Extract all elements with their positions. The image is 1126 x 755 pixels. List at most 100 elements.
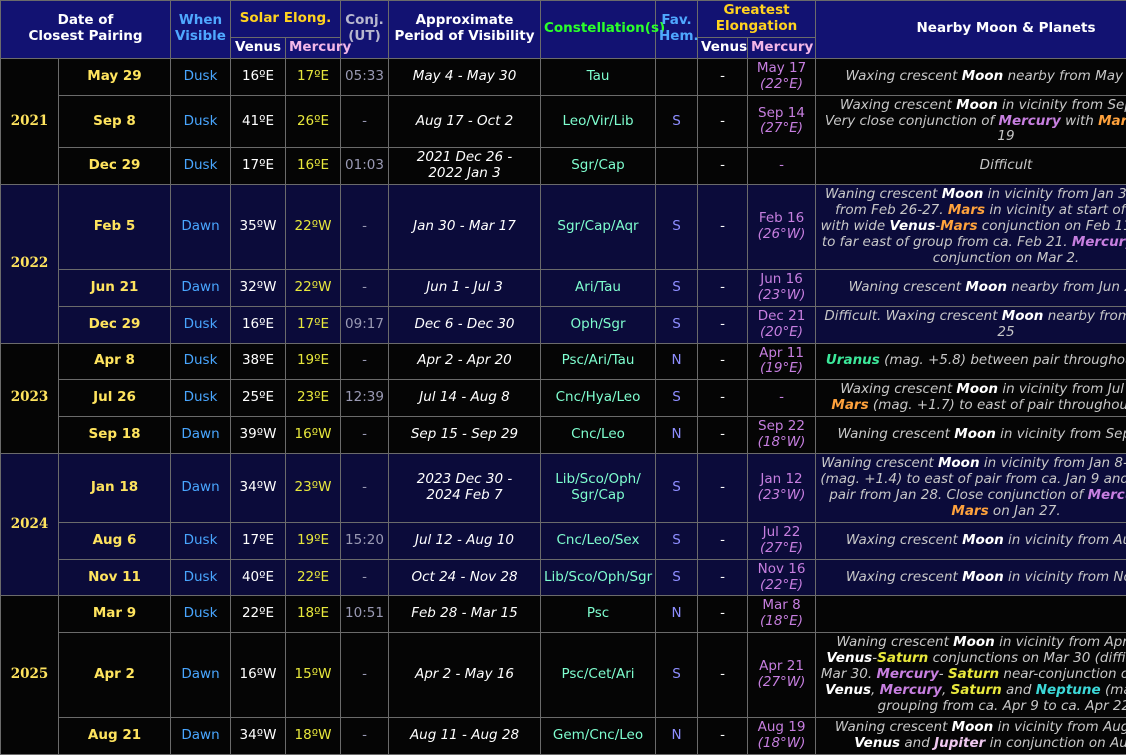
solar-elong-venus-cell: 40ºE xyxy=(231,559,286,596)
greatest-elong-mercury-value: (19°E) xyxy=(751,361,812,377)
solar-elong-mercury-cell: 18ºW xyxy=(286,717,341,754)
when-visible-cell: Dawn xyxy=(171,417,231,454)
table-row: Jun 21Dawn32ºW22ºW-Jun 1 - Jul 3Ari/TauS… xyxy=(1,269,1126,306)
planet-name: Moon xyxy=(953,634,995,650)
solar-elong-mercury-cell: 19ºE xyxy=(286,522,341,559)
fav-hemisphere-cell: N xyxy=(656,717,698,754)
greatest-elong-mercury-date: Sep 22 xyxy=(758,418,805,434)
when-visible-cell: Dusk xyxy=(171,306,231,343)
greatest-elong-venus-cell: - xyxy=(698,380,748,417)
greatest-elong-venus-value: - xyxy=(720,479,725,495)
approx-line2: Period of Visibility xyxy=(394,28,534,44)
greatest-elong-venus-value: - xyxy=(720,279,725,295)
conjunction-ut-cell: - xyxy=(341,95,389,148)
nearby-objects-cell: Difficult xyxy=(816,148,1126,185)
conj-line1: Conj. xyxy=(345,12,384,28)
solar-elong-mercury-cell: 19ºE xyxy=(286,343,341,380)
solar-elong-mercury-cell: 17ºE xyxy=(286,306,341,343)
conjunction-ut-cell: - xyxy=(341,185,389,270)
table-row: Aug 21Dawn34ºW18ºW-Aug 11 - Aug 28Gem/Cn… xyxy=(1,717,1126,754)
visibility-period-cell: Dec 6 - Dec 30 xyxy=(389,306,541,343)
table-row: Apr 2Dawn16ºW15ºW-Apr 2 - May 16Psc/Cet/… xyxy=(1,633,1126,718)
table-header: Date of Closest Pairing When Visible Sol… xyxy=(1,1,1126,59)
greatest-elong-mercury-date: Nov 16 xyxy=(758,561,806,577)
visibility-period-cell: Aug 11 - Aug 28 xyxy=(389,717,541,754)
date-header-line1: Date of xyxy=(58,12,114,28)
fav-hemisphere-cell: S xyxy=(656,269,698,306)
greatest-elong-mercury-value: (27°W) xyxy=(751,675,812,691)
greatest-elong-mercury-cell: Dec 21(20°E) xyxy=(748,306,816,343)
when-visible-cell: Dusk xyxy=(171,559,231,596)
planet-name: Moon xyxy=(942,186,984,202)
nearby-objects-cell: Waxing crescent Moon in vicinity from Se… xyxy=(816,95,1126,148)
greatest-elong-mercury-date: Sep 14 xyxy=(758,105,805,121)
greatest-elong-mercury-cell: Sep 14(27°E) xyxy=(748,95,816,148)
greatest-elong-venus-cell: - xyxy=(698,343,748,380)
greatest-elong-mercury-cell: Mar 8(18°E) xyxy=(748,596,816,633)
when-visible-cell: Dawn xyxy=(171,185,231,270)
pairing-date-cell: May 29 xyxy=(59,58,171,95)
conjunction-ut-cell: - xyxy=(341,417,389,454)
greatest-elong-mercury-date: Dec 21 xyxy=(758,308,806,324)
table-row: 2022Feb 5Dawn35ºW22ºW-Jan 30 - Mar 17Sgr… xyxy=(1,185,1126,270)
col-header-favourable-hemisphere: Fav. Hem. xyxy=(656,1,698,59)
planet-name: Mars xyxy=(940,218,977,234)
fav-hemisphere-cell: S xyxy=(656,454,698,523)
greatest-elong-venus-value: - xyxy=(720,389,725,405)
solar-elong-mercury-cell: 16ºW xyxy=(286,417,341,454)
conjunction-ut-cell: - xyxy=(341,454,389,523)
pairing-date-cell: Aug 6 xyxy=(59,522,171,559)
col-header-greatest-elongation: Greatest Elongation xyxy=(698,1,816,38)
greatest-elong-mercury-cell: - xyxy=(748,148,816,185)
when-visible-cell: Dawn xyxy=(171,454,231,523)
col-header-greatest-elong-mercury: Mercury xyxy=(748,37,816,58)
pairing-date-cell: Jul 26 xyxy=(59,380,171,417)
constellations-cell: Sgr/Cap/Aqr xyxy=(541,185,656,270)
solar-elong-mercury-cell: 15ºW xyxy=(286,633,341,718)
col-header-greatest-elong-venus: Venus xyxy=(698,37,748,58)
constellations-cell: Sgr/Cap xyxy=(541,148,656,185)
planet-name: Uranus xyxy=(826,352,880,368)
greatest-elong-venus-cell: - xyxy=(698,95,748,148)
solar-elong-mercury-cell: 22ºW xyxy=(286,269,341,306)
table-row: Jul 26Dusk25ºE23ºE12:39Jul 14 - Aug 8Cnc… xyxy=(1,380,1126,417)
greatest-elong-venus-value: - xyxy=(720,352,725,368)
solar-elong-venus-cell: 38ºE xyxy=(231,343,286,380)
conjunction-ut-cell: 10:51 xyxy=(341,596,389,633)
greatest-elong-venus-cell: - xyxy=(698,717,748,754)
conjunction-ut-cell: 15:20 xyxy=(341,522,389,559)
solar-elong-venus-cell: 16ºE xyxy=(231,306,286,343)
planet-name: Mars xyxy=(951,503,988,519)
planet-name: Moon xyxy=(954,426,996,442)
col-header-solar-elongation: Solar Elong. xyxy=(231,1,341,38)
year-cell: 2025 xyxy=(1,596,59,754)
solar-elong-mercury-cell: 22ºW xyxy=(286,185,341,270)
planet-name: Mars xyxy=(1098,113,1126,129)
visibility-period-cell: Aug 17 - Oct 2 xyxy=(389,95,541,148)
greatest-elong-venus-cell: - xyxy=(698,596,748,633)
greatest-elong-venus-value: - xyxy=(720,605,725,621)
greatest-elong-mercury-value: (18°W) xyxy=(751,736,812,752)
nearby-objects-cell: Waning crescent Moon in vicinity from Ap… xyxy=(816,633,1126,718)
nearby-objects-cell xyxy=(816,596,1126,633)
col-header-solar-elong-mercury: Mercury xyxy=(286,37,341,58)
nearby-objects-cell: Waxing crescent Moon in vicinity from No… xyxy=(816,559,1126,596)
nearby-objects-cell: Waning crescent Moon in vicinity from Ja… xyxy=(816,454,1126,523)
visibility-period-cell: Sep 15 - Sep 29 xyxy=(389,417,541,454)
solar-elong-venus-cell: 16ºE xyxy=(231,58,286,95)
when-visible-cell: Dusk xyxy=(171,380,231,417)
fav-hemisphere-cell: S xyxy=(656,522,698,559)
greatest-elong-mercury-date: Feb 16 xyxy=(759,210,804,226)
nearby-objects-cell: Waning crescent Moon in vicinity from Ja… xyxy=(816,185,1126,270)
table-row: Dec 29Dusk16ºE17ºE09:17Dec 6 - Dec 30Oph… xyxy=(1,306,1126,343)
greatest-elong-mercury-value: (27°E) xyxy=(751,541,812,557)
constellations-cell: Lib/Sco/Oph/Sgr/Cap xyxy=(541,454,656,523)
solar-elong-mercury-cell: 16ºE xyxy=(286,148,341,185)
visibility-period-cell: 2021 Dec 26 -2022 Jan 3 xyxy=(389,148,541,185)
greatest-elong-venus-value: - xyxy=(720,426,725,442)
planet-name: Venus xyxy=(826,650,872,666)
visibility-period-cell: Oct 24 - Nov 28 xyxy=(389,559,541,596)
when-visible-line2: Visible xyxy=(175,28,226,44)
constellations-cell: Psc/Ari/Tau xyxy=(541,343,656,380)
table-row: Aug 6Dusk17ºE19ºE15:20Jul 12 - Aug 10Cnc… xyxy=(1,522,1126,559)
